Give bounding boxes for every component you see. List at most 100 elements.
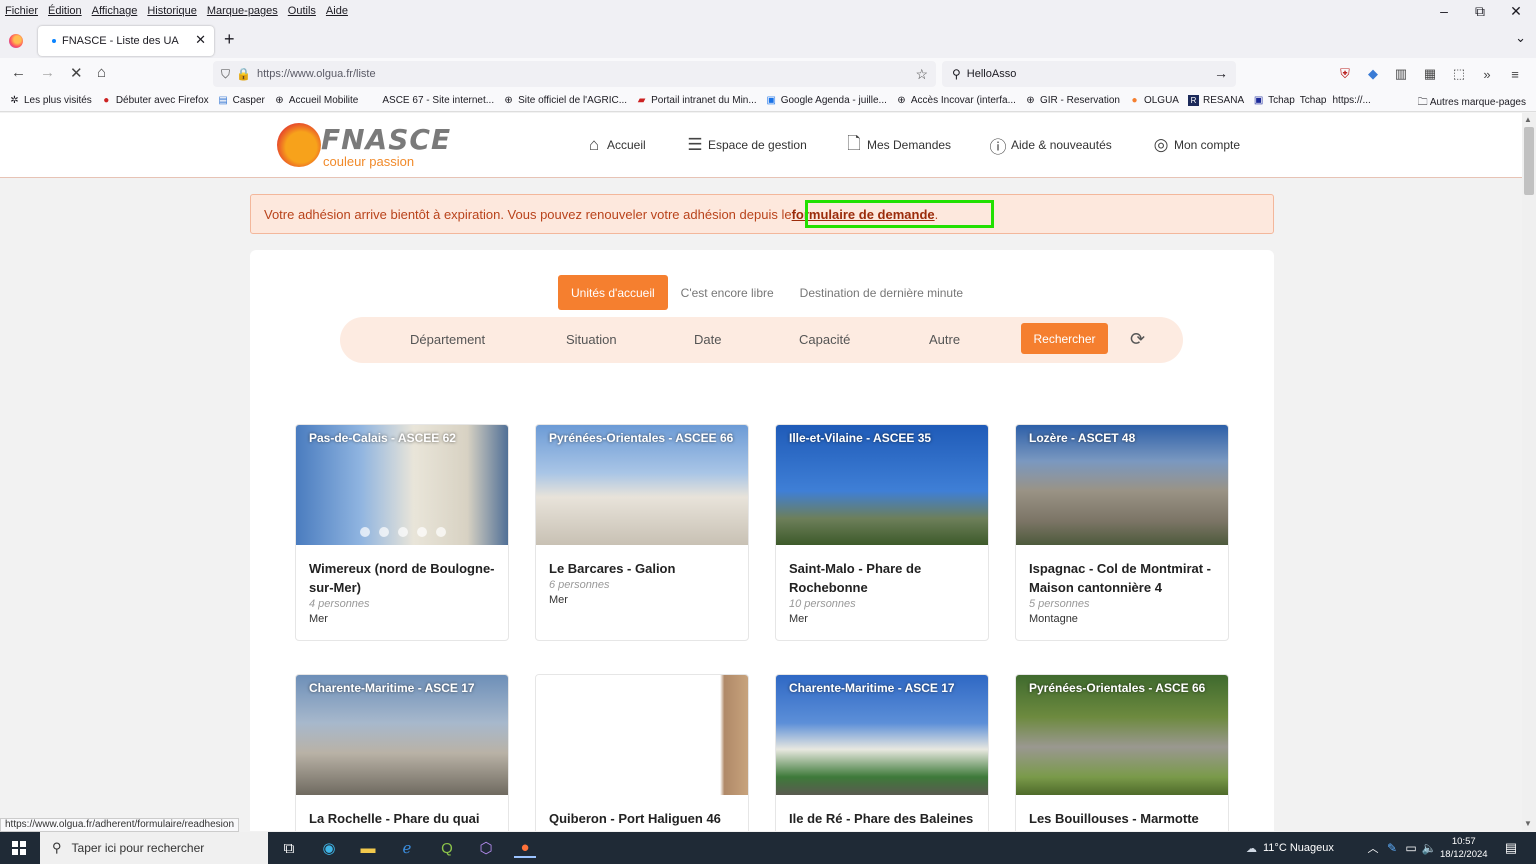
renewal-form-link[interactable]: formulaire de demande [792,207,935,222]
filter-departement[interactable]: Département [410,332,485,347]
card-title[interactable]: Ile de Ré - Phare des Baleines [789,809,975,828]
bookmark-incovar[interactable]: ⊕ Accès Incovar (interfa... [896,95,1016,106]
tab-derniere-minute[interactable]: Destination de dernière minute [787,275,976,310]
tab-unites-accueil[interactable]: Unités d'accueil [558,275,668,310]
bookmark-star-icon[interactable]: ☆ [915,66,928,83]
filter-situation[interactable]: Situation [566,332,617,347]
qgis-icon[interactable]: Q [436,838,458,858]
nav-mon-compte[interactable]: ◎ Mon compte [1150,133,1240,157]
firefox-taskbar-icon[interactable]: ● [514,838,536,858]
card-title[interactable]: Wimereux (nord de Boulogne-sur-Mer) [309,559,495,597]
overflow-chevron-icon[interactable]: » [1478,65,1496,83]
tab-encore-libre[interactable]: C'est encore libre [668,275,787,310]
card-photo[interactable]: Charente-Maritime - ASCE 17 [296,675,508,795]
listing-card[interactable]: Charente-Maritime - ASCE 17 Ile de Ré - … [775,674,989,831]
card-photo[interactable]: Ille-et-Vilaine - ASCEE 35 [776,425,988,545]
extension-diamond-icon[interactable]: ◆ [1364,65,1382,83]
search-input[interactable]: HelloAsso [967,68,1017,80]
search-bar[interactable]: ⚲ HelloAsso → [942,61,1236,87]
home-icon[interactable]: ⌂ [97,64,106,81]
card-title[interactable]: Ispagnac - Col de Montmirat - Maison can… [1029,559,1215,597]
new-tab-button[interactable]: + [224,29,235,50]
card-title[interactable]: Saint-Malo - Phare de Rochebonne [789,559,975,597]
taskbar-clock[interactable]: 10:57 18/12/2024 [1440,835,1488,861]
listing-card[interactable]: Quiberon - Port Haliguen 46 [535,674,749,831]
rechercher-button[interactable]: Rechercher [1021,323,1108,354]
extensions-puzzle-icon[interactable]: ⬚ [1450,65,1468,83]
taskbar-search[interactable]: ⚲ Taper ici pour rechercher [40,832,268,864]
page-scrollbar[interactable]: ▲ ▼ [1522,113,1536,831]
weather-widget[interactable]: ☁ 11°C Nuageux [1246,832,1334,864]
nav-espace-gestion[interactable]: ☰ Espace de gestion [684,133,806,157]
listing-card[interactable]: Pas-de-Calais - ASCEE 62 Wimereux (nord … [295,424,509,641]
forward-arrow-icon[interactable]: → [40,64,55,81]
fnasce-logo[interactable]: FNASCE couleur passion [277,121,450,171]
task-view-icon[interactable]: ⧉ [278,838,300,858]
ublock-shield-icon[interactable]: ⛨ [1336,65,1354,83]
listing-card[interactable]: Charente-Maritime - ASCE 17 La Rochelle … [295,674,509,831]
volume-icon[interactable]: 🔈 [1418,838,1440,858]
stop-loading-icon[interactable]: ✕ [70,64,83,82]
card-photo[interactable]: Lozère - ASCET 48 [1016,425,1228,545]
filter-date[interactable]: Date [694,332,721,347]
listing-card[interactable]: Pyrénées-Orientales - ASCE 66 Les Bouill… [1015,674,1229,831]
windows-start-icon[interactable] [12,841,26,855]
bookmark-portail-intranet[interactable]: ▰ Portail intranet du Min... [636,95,757,106]
notifications-icon[interactable]: ▤ [1500,838,1522,858]
restore-button[interactable]: ⧉ [1462,0,1498,22]
bookmark-google-agenda[interactable]: ▣ Google Agenda - juille... [766,95,886,106]
url-text[interactable]: https://www.olgua.fr/liste [257,68,376,80]
menu-historique[interactable]: Historique [147,5,197,17]
bookmark-accueil-mobilite[interactable]: ⊕ Accueil Mobilite [274,95,358,106]
bookmark-asce67[interactable]: ASCE 67 - Site internet... [367,95,494,106]
card-photo[interactable] [536,675,748,795]
card-photo[interactable]: Pyrénées-Orientales - ASCE 66 [1016,675,1228,795]
list-tabs-chevron-icon[interactable]: ⌄ [1515,30,1526,46]
tab-fnasce[interactable]: FNASCE - Liste des UA ✕ [38,26,214,56]
bookmark-tchap-2[interactable]: Tchap [1300,95,1327,106]
scroll-down-icon[interactable]: ▼ [1524,819,1532,828]
bookmark-resana[interactable]: R RESANA [1187,95,1244,106]
menu-aide[interactable]: Aide [326,5,348,17]
menu-edition[interactable]: Édition [48,5,82,17]
shield-icon[interactable]: ⛉ [221,67,230,82]
filter-autre[interactable]: Autre [929,332,960,347]
refresh-icon[interactable]: ⟳ [1130,329,1145,350]
card-photo[interactable]: Pyrénées-Orientales - ASCEE 66 [536,425,748,545]
taskbar-search-input[interactable]: Taper ici pour rechercher [72,841,205,855]
bookmark-https[interactable]: https://... [1332,95,1370,106]
card-title[interactable]: Les Bouillouses - Marmotte [1029,809,1215,828]
bookmark-olgua[interactable]: ● OLGUA [1129,95,1179,106]
internet-explorer-icon[interactable]: ℯ [396,838,418,858]
tab-close-icon[interactable]: ✕ [195,32,206,48]
menu-outils[interactable]: Outils [288,5,316,17]
url-bar[interactable]: ⛉ 🔒 https://www.olgua.fr/liste ☆ [213,61,936,87]
nav-aide[interactable]: ⓘ Aide & nouveautés [987,133,1112,157]
listing-card[interactable]: Ille-et-Vilaine - ASCEE 35 Saint-Malo - … [775,424,989,641]
app-hexagon-icon[interactable]: ⬡ [475,838,497,858]
nav-accueil[interactable]: ⌂ Accueil [583,133,646,157]
bookmark-agric[interactable]: ⊕ Site officiel de l'AGRIC... [503,95,627,106]
qr-code-icon[interactable]: ▦ [1421,65,1439,83]
bookmark-gir[interactable]: ⊕ GIR - Reservation [1025,95,1120,106]
menu-affichage[interactable]: Affichage [92,5,138,17]
nav-mes-demandes[interactable]: 🗋 Mes Demandes [843,133,951,157]
scroll-up-icon[interactable]: ▲ [1524,115,1532,124]
close-window-button[interactable]: ✕ [1498,0,1534,22]
other-bookmarks[interactable]: 🗀 Autres marque-pages [1418,95,1526,111]
card-photo[interactable]: Pas-de-Calais - ASCEE 62 [296,425,508,545]
card-title[interactable]: La Rochelle - Phare du quai [309,809,495,828]
minimize-button[interactable]: – [1426,0,1462,22]
search-go-arrow-icon[interactable]: → [1214,65,1228,81]
library-icon[interactable]: ▥ [1392,65,1410,83]
listing-card[interactable]: Lozère - ASCET 48 Ispagnac - Col de Mont… [1015,424,1229,641]
menu-marque-pages[interactable]: Marque-pages [207,5,278,17]
listing-card[interactable]: Pyrénées-Orientales - ASCEE 66 Le Barcar… [535,424,749,641]
file-explorer-icon[interactable]: ▬ [357,838,379,858]
card-title[interactable]: Le Barcares - Galion [549,559,735,578]
card-title[interactable]: Quiberon - Port Haliguen 46 [549,809,735,828]
carousel-dots[interactable] [360,527,455,537]
filter-capacite[interactable]: Capacité [799,332,850,347]
menu-fichier[interactable]: Fichier [5,5,38,17]
card-photo[interactable]: Charente-Maritime - ASCE 17 [776,675,988,795]
